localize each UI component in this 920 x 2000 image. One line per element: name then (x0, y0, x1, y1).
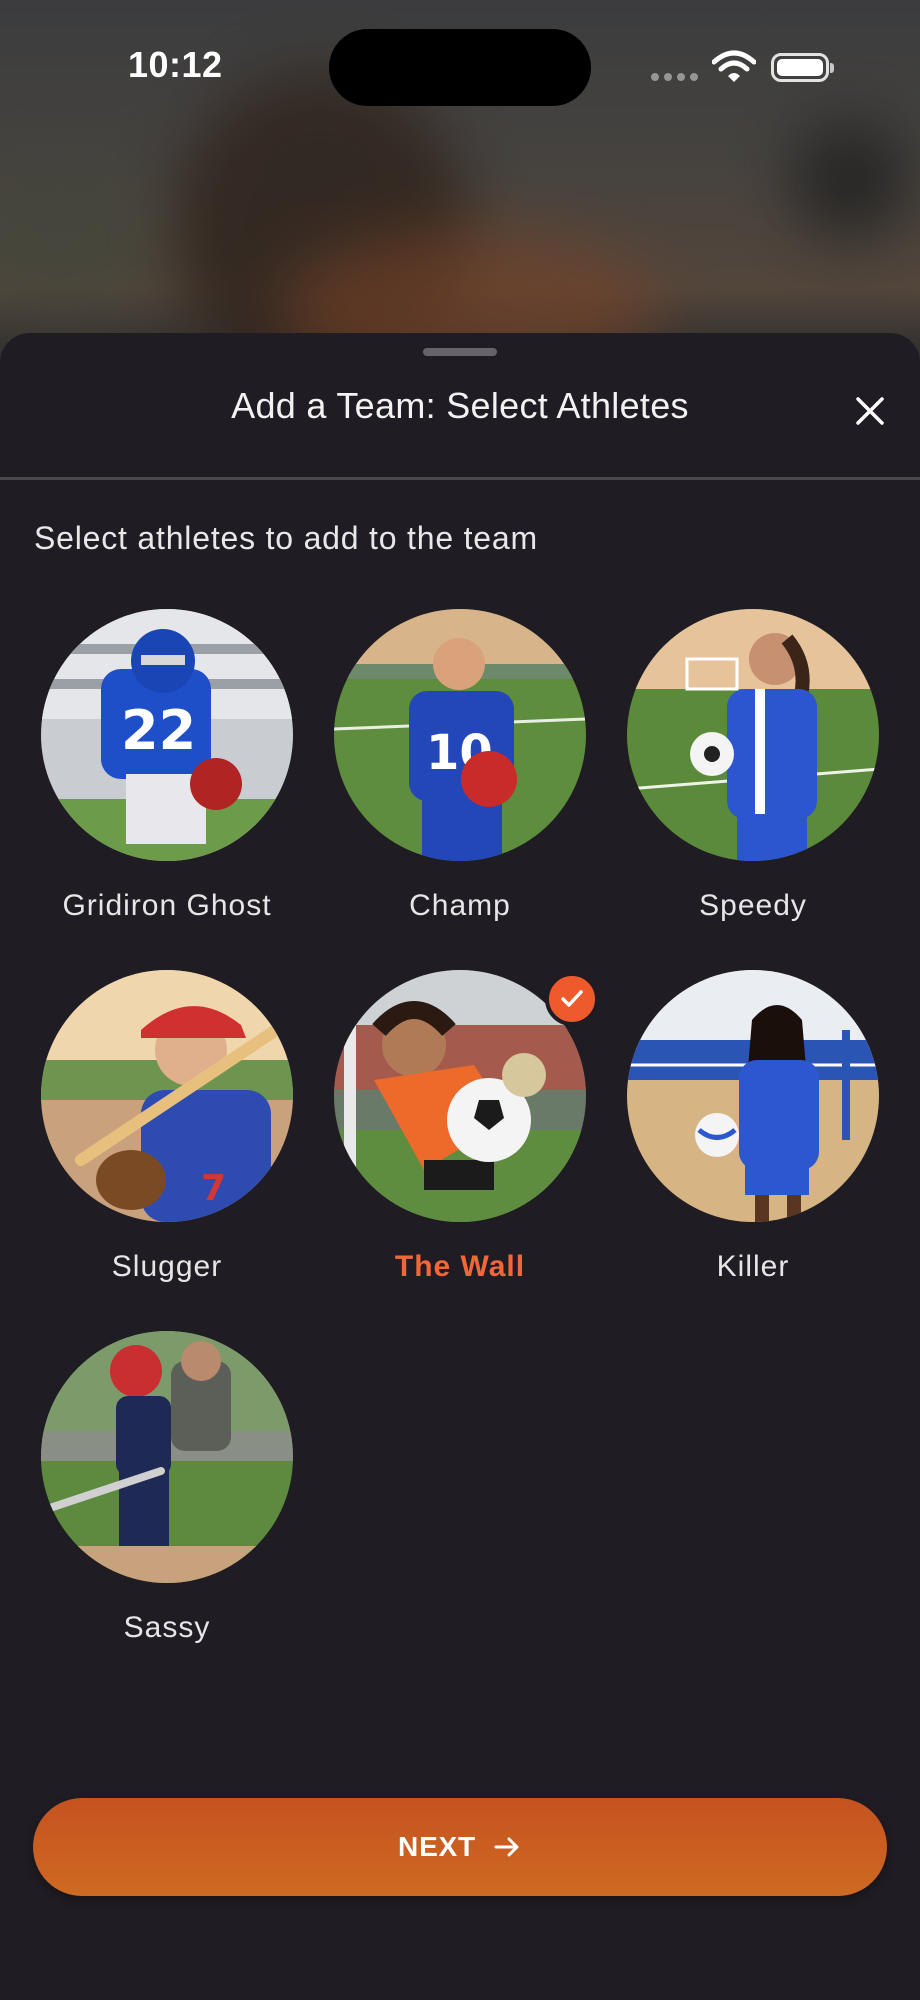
instructions-text: Select athletes to add to the team (34, 520, 538, 556)
checkmark-icon (561, 990, 583, 1007)
cellular-signal-icon (651, 73, 698, 81)
athlete-name: Slugger (111, 1250, 223, 1283)
athlete-avatar (627, 970, 879, 1222)
athlete-name: The Wall (394, 1250, 526, 1283)
header-divider (0, 477, 920, 480)
athlete-avatar (627, 609, 879, 861)
athlete-name: Speedy (699, 889, 807, 922)
athlete-avatar (41, 1331, 293, 1583)
wifi-icon (712, 50, 756, 82)
athlete-name: Sassy (123, 1611, 211, 1644)
svg-text:7: 7 (201, 1168, 226, 1209)
athlete-name: Gridiron Ghost (62, 889, 272, 922)
battery-icon (771, 53, 834, 82)
svg-text:22: 22 (121, 699, 196, 762)
next-button[interactable]: NEXT (33, 1798, 887, 1896)
close-button[interactable] (845, 386, 895, 436)
sheet-grabber[interactable] (423, 348, 497, 356)
athlete-name: Killer (716, 1250, 790, 1283)
dynamic-island (329, 29, 591, 106)
athlete-avatar: 10 (334, 609, 586, 861)
close-icon (856, 397, 884, 425)
select-athletes-sheet: Add a Team: Select Athletes Select athle… (0, 333, 920, 2000)
next-button-label: NEXT (398, 1831, 476, 1862)
athlete-avatar: 7 (41, 970, 293, 1222)
athlete-avatar: 22 (41, 609, 293, 861)
sheet-title: Add a Team: Select Athletes (231, 385, 689, 426)
status-time: 10:12 (128, 44, 223, 85)
athlete-name: Champ (409, 889, 511, 922)
selected-badge (545, 972, 599, 1026)
arrow-right-icon (494, 1837, 519, 1857)
